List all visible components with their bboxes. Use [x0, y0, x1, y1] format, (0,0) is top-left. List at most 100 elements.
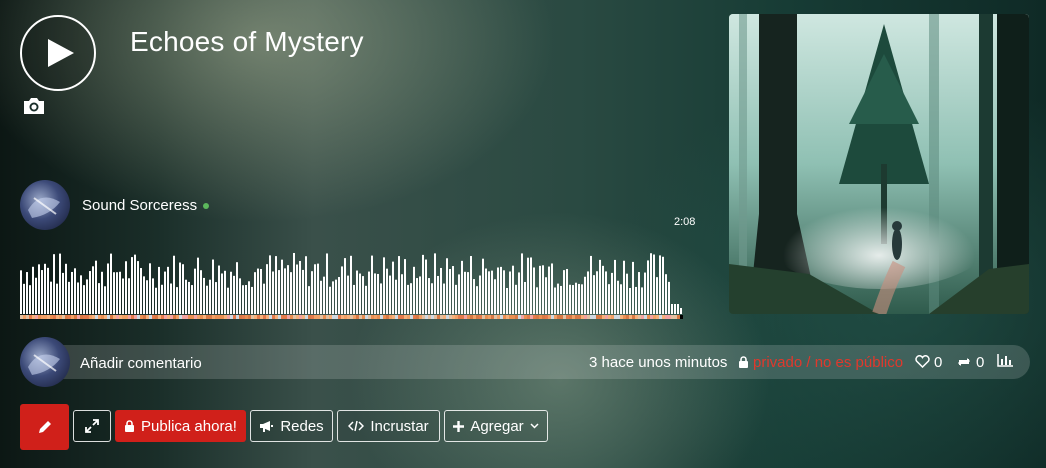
- waveform-progress-segment: [41, 315, 44, 319]
- waveform-bar: [239, 278, 241, 314]
- waveform-bar: [347, 275, 349, 314]
- waveform-bar: [596, 271, 598, 314]
- expand-button[interactable]: [73, 410, 111, 442]
- repost-button[interactable]: 0: [956, 354, 984, 371]
- chevron-down-icon: [530, 423, 539, 429]
- waveform-progress-segment: [524, 315, 527, 319]
- waveform-bar: [155, 287, 157, 314]
- artist-name[interactable]: Sound Sorceress: [82, 197, 210, 214]
- waveform-bar: [551, 263, 553, 314]
- waveform-bar: [206, 285, 208, 314]
- track-title: Echoes of Mystery: [130, 26, 364, 57]
- waveform-progress-segment: [65, 315, 68, 319]
- add-button[interactable]: Agregar: [444, 410, 548, 442]
- waveform-progress-segment: [239, 315, 242, 319]
- waveform-bar: [110, 253, 112, 314]
- stats-button[interactable]: [997, 354, 1013, 372]
- waveform-bar: [296, 264, 298, 314]
- waveform-bar: [323, 276, 325, 314]
- waveform-progress-segment: [257, 315, 260, 319]
- waveform-progress-segment: [122, 315, 125, 319]
- waveform-bar: [368, 271, 370, 314]
- waveform-bar: [482, 258, 484, 314]
- pencil-icon: [38, 421, 51, 433]
- waveform[interactable]: [20, 236, 700, 322]
- waveform-progress-segment: [230, 315, 233, 319]
- waveform-progress-segment: [587, 315, 590, 319]
- waveform-bar: [662, 256, 664, 314]
- waveform-progress-segment: [161, 315, 164, 319]
- waveform-progress-segment: [80, 315, 83, 319]
- waveform-bar: [236, 262, 238, 314]
- waveform-progress-segment: [254, 315, 257, 319]
- waveform-progress-segment: [470, 315, 473, 319]
- play-button[interactable]: [20, 15, 96, 91]
- waveform-bar: [491, 270, 493, 314]
- user-avatar[interactable]: [20, 337, 70, 387]
- waveform-bar: [272, 271, 274, 314]
- artist-name-text[interactable]: Sound Sorceress: [82, 197, 197, 214]
- waveform-progress-segment: [422, 315, 425, 319]
- waveform-bar: [578, 283, 580, 314]
- plus-icon: [453, 420, 465, 432]
- embed-button[interactable]: Incrustar: [337, 410, 440, 442]
- waveform-progress-segment: [266, 315, 269, 319]
- comment-input[interactable]: Añadir comentario: [80, 355, 202, 372]
- waveform-bar: [566, 268, 568, 314]
- waveform-progress-segment: [68, 315, 71, 319]
- waveform-progress-segment: [635, 315, 638, 319]
- waveform-progress-segment: [77, 315, 80, 319]
- waveform-bar: [557, 283, 559, 314]
- waveform-progress-segment: [461, 315, 464, 319]
- waveform-progress-segment: [92, 315, 95, 319]
- waveform-bar: [29, 285, 31, 314]
- waveform-progress-segment: [164, 315, 167, 319]
- waveform-progress-segment: [521, 315, 524, 319]
- artist-avatar[interactable]: [20, 180, 70, 230]
- waveform-bar: [455, 284, 457, 314]
- waveform-bar: [218, 265, 220, 314]
- embed-label: Incrustar: [370, 417, 429, 435]
- waveform-bar: [371, 255, 373, 314]
- waveform-bar: [593, 275, 595, 314]
- like-button[interactable]: 0: [915, 354, 942, 371]
- waveform-bar: [518, 272, 520, 314]
- waveform-progress-segment: [83, 315, 86, 319]
- privacy-status[interactable]: privado / no es público: [738, 354, 903, 371]
- waveform-progress-segment: [608, 315, 611, 319]
- waveform-bar: [416, 278, 418, 314]
- waveform-progress-segment: [647, 315, 650, 319]
- waveform-bar: [260, 268, 262, 314]
- publish-label: Publica ahora!: [141, 417, 237, 435]
- waveform-progress-segment: [560, 315, 563, 319]
- waveform-bar: [212, 259, 214, 314]
- privacy-text: privado / no es público: [753, 354, 904, 371]
- waveform-progress-segment: [107, 315, 110, 319]
- waveform-bar: [158, 266, 160, 314]
- waveform-bar: [137, 261, 139, 314]
- waveform-bar: [344, 258, 346, 314]
- waveform-progress-segment: [50, 315, 53, 319]
- waveform-bar: [440, 267, 442, 314]
- waveform-progress-segment: [677, 315, 680, 319]
- waveform-bar: [644, 272, 646, 314]
- camera-icon[interactable]: [22, 96, 46, 116]
- waveform-progress-segment: [473, 315, 476, 319]
- waveform-progress-segment: [359, 315, 362, 319]
- waveform-progress-segment: [431, 315, 434, 319]
- publish-button[interactable]: Publica ahora!: [115, 410, 246, 442]
- waveform-progress-segment: [344, 315, 347, 319]
- waveform-progress-segment: [539, 315, 542, 319]
- edit-button[interactable]: [20, 404, 69, 450]
- waveform-progress-segment: [449, 315, 452, 319]
- waveform-progress-segment: [356, 315, 359, 319]
- waveform-bar: [74, 268, 76, 314]
- waveform-bar: [221, 273, 223, 314]
- waveform-progress-segment: [206, 315, 209, 319]
- waveform-progress-segment: [572, 315, 575, 319]
- social-button[interactable]: Redes: [250, 410, 333, 442]
- waveform-progress-segment: [443, 315, 446, 319]
- waveform-bar: [209, 279, 211, 314]
- waveform-bar: [20, 270, 22, 314]
- waveform-bar: [422, 254, 424, 314]
